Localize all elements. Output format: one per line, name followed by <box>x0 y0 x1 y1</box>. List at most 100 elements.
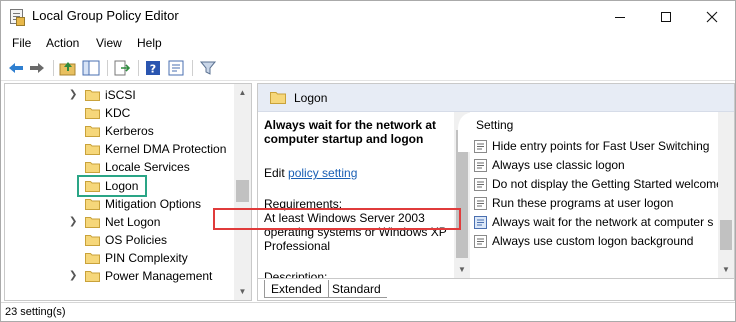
up-folder-icon <box>59 62 76 76</box>
setting-label: Do not display the Getting Started welco… <box>492 177 720 191</box>
up-folder-button[interactable] <box>59 59 79 77</box>
tree-scrollbar[interactable]: ▲ ▼ <box>234 84 251 300</box>
back-arrow-icon <box>9 63 23 73</box>
policy-setting-icon <box>474 216 487 229</box>
close-button[interactable] <box>689 1 735 31</box>
toolbar: ? <box>1 55 735 81</box>
tree-item-label: Power Management <box>105 269 213 283</box>
folder-icon <box>85 235 100 246</box>
tree-item-kernel-dma-protection[interactable]: Kernel DMA Protection <box>5 140 235 158</box>
details-pane: Logon Always wait for the network at com… <box>257 83 735 301</box>
policy-setting-icon <box>474 159 487 172</box>
filter-button[interactable] <box>199 59 219 77</box>
toolbar-separator <box>53 60 54 76</box>
setting-label: Run these programs at user logon <box>492 196 674 210</box>
app-window: Local Group Policy Editor File Action Vi… <box>0 0 736 322</box>
back-button[interactable] <box>7 59 27 77</box>
minimize-button[interactable] <box>597 1 643 31</box>
tree-item-locale-services[interactable]: Locale Services <box>5 158 235 176</box>
maximize-icon <box>661 12 671 23</box>
policy-setting-icon <box>474 235 487 248</box>
folder-icon <box>85 217 100 228</box>
tree-item-net-logon[interactable]: ❯ Net Logon <box>5 213 235 231</box>
status-bar: 23 setting(s) <box>1 302 735 321</box>
tree-item-label: Net Logon <box>105 215 161 229</box>
setting-highlight-box <box>213 208 461 230</box>
setting-count: 23 setting(s) <box>5 306 66 318</box>
toolbar-separator <box>192 60 193 76</box>
properties-icon <box>168 60 184 76</box>
show-hide-tree-icon <box>82 60 100 76</box>
svg-text:?: ? <box>150 63 156 76</box>
setting-label: Always use custom logon background <box>492 234 694 248</box>
maximize-button[interactable] <box>643 1 689 31</box>
tab-standard[interactable]: Standard <box>326 280 387 298</box>
chevron-right-icon[interactable]: ❯ <box>69 217 79 227</box>
folder-header: Logon <box>258 84 734 112</box>
setting-row[interactable]: Run these programs at user logon <box>474 194 720 213</box>
setting-row[interactable]: Hide entry points for Fast User Switchin… <box>474 137 720 156</box>
scroll-up-icon[interactable]: ▲ <box>234 84 251 101</box>
setting-row[interactable]: Always use custom logon background <box>474 232 720 251</box>
policy-setting-icon <box>474 140 487 153</box>
setting-row[interactable]: Do not display the Getting Started welco… <box>474 175 720 194</box>
policy-heading: Always wait for the network at computer … <box>264 118 437 146</box>
properties-button[interactable] <box>167 59 187 77</box>
minimize-icon <box>615 16 625 18</box>
menu-action[interactable]: Action <box>46 36 79 50</box>
menu-file[interactable]: File <box>12 36 31 50</box>
show-hide-tree-button[interactable] <box>82 59 102 77</box>
folder-icon <box>85 253 100 264</box>
folder-icon <box>85 108 100 119</box>
folder-icon <box>85 144 100 155</box>
folder-icon <box>85 199 100 210</box>
help-icon: ? <box>146 61 160 76</box>
scrollbar-thumb[interactable] <box>720 220 732 250</box>
help-button[interactable]: ? <box>144 59 164 77</box>
filter-icon <box>199 61 217 75</box>
setting-label: Always wait for the network at computer … <box>492 215 714 229</box>
setting-row[interactable]: Always use classic logon <box>474 156 720 175</box>
policy-setting-icon <box>474 178 487 191</box>
title-bar: Local Group Policy Editor <box>1 1 735 31</box>
tree-item-label: OS Policies <box>105 233 168 247</box>
policy-setting-icon <box>474 197 487 210</box>
setting-row-selected[interactable]: Always wait for the network at computer … <box>474 213 720 232</box>
tree-item-label: KDC <box>105 106 131 120</box>
setting-label: Always use classic logon <box>492 158 625 172</box>
scroll-down-icon[interactable]: ▼ <box>234 283 251 300</box>
policy-setting-link[interactable]: policy setting <box>288 166 357 180</box>
edit-policy-line: Edit policy setting <box>264 166 458 180</box>
tree-item-os-policies[interactable]: OS Policies <box>5 231 235 249</box>
tree-item-label: PIN Complexity <box>105 251 188 265</box>
tree-item-label: iSCSI <box>105 88 136 102</box>
tree-item-power-management[interactable]: ❯ Power Management <box>5 267 235 285</box>
description-panel: Always wait for the network at computer … <box>258 112 458 278</box>
tree-item-mitigation-options[interactable]: Mitigation Options <box>5 195 235 213</box>
settings-scrollbar[interactable]: ▼ <box>718 112 734 278</box>
setting-column-header[interactable]: Setting <box>476 118 513 132</box>
chevron-right-icon[interactable]: ❯ <box>69 271 79 281</box>
menu-view[interactable]: View <box>96 36 122 50</box>
toolbar-separator <box>138 60 139 76</box>
folder-icon <box>85 90 100 101</box>
forward-button[interactable] <box>28 59 48 77</box>
tree-item-pin-complexity[interactable]: PIN Complexity <box>5 249 235 267</box>
close-icon <box>706 11 718 23</box>
scroll-down-icon[interactable]: ▼ <box>718 261 734 278</box>
tree-item-label: Mitigation Options <box>105 197 202 211</box>
settings-list[interactable]: Setting Hide entry points for Fast User … <box>458 112 720 275</box>
tree-item-label: Kernel DMA Protection <box>105 142 227 156</box>
chevron-right-icon[interactable]: ❯ <box>69 90 79 100</box>
export-list-button[interactable] <box>113 59 133 77</box>
tree-item-kerberos[interactable]: Kerberos <box>5 122 235 140</box>
tree-item-kdc[interactable]: KDC <box>5 104 235 122</box>
menu-help[interactable]: Help <box>137 36 162 50</box>
tab-extended[interactable]: Extended <box>264 280 329 298</box>
tree-item-iscsi[interactable]: ❯ iSCSI <box>5 86 235 104</box>
logon-highlight-box <box>77 175 147 197</box>
view-tabs: Extended Standard <box>258 278 734 300</box>
scrollbar-thumb[interactable] <box>236 180 249 202</box>
tree-pane[interactable]: ❯ iSCSI KDC Kerberos Kernel DMA Protecti… <box>4 83 252 301</box>
setting-label: Hide entry points for Fast User Switchin… <box>492 139 710 153</box>
